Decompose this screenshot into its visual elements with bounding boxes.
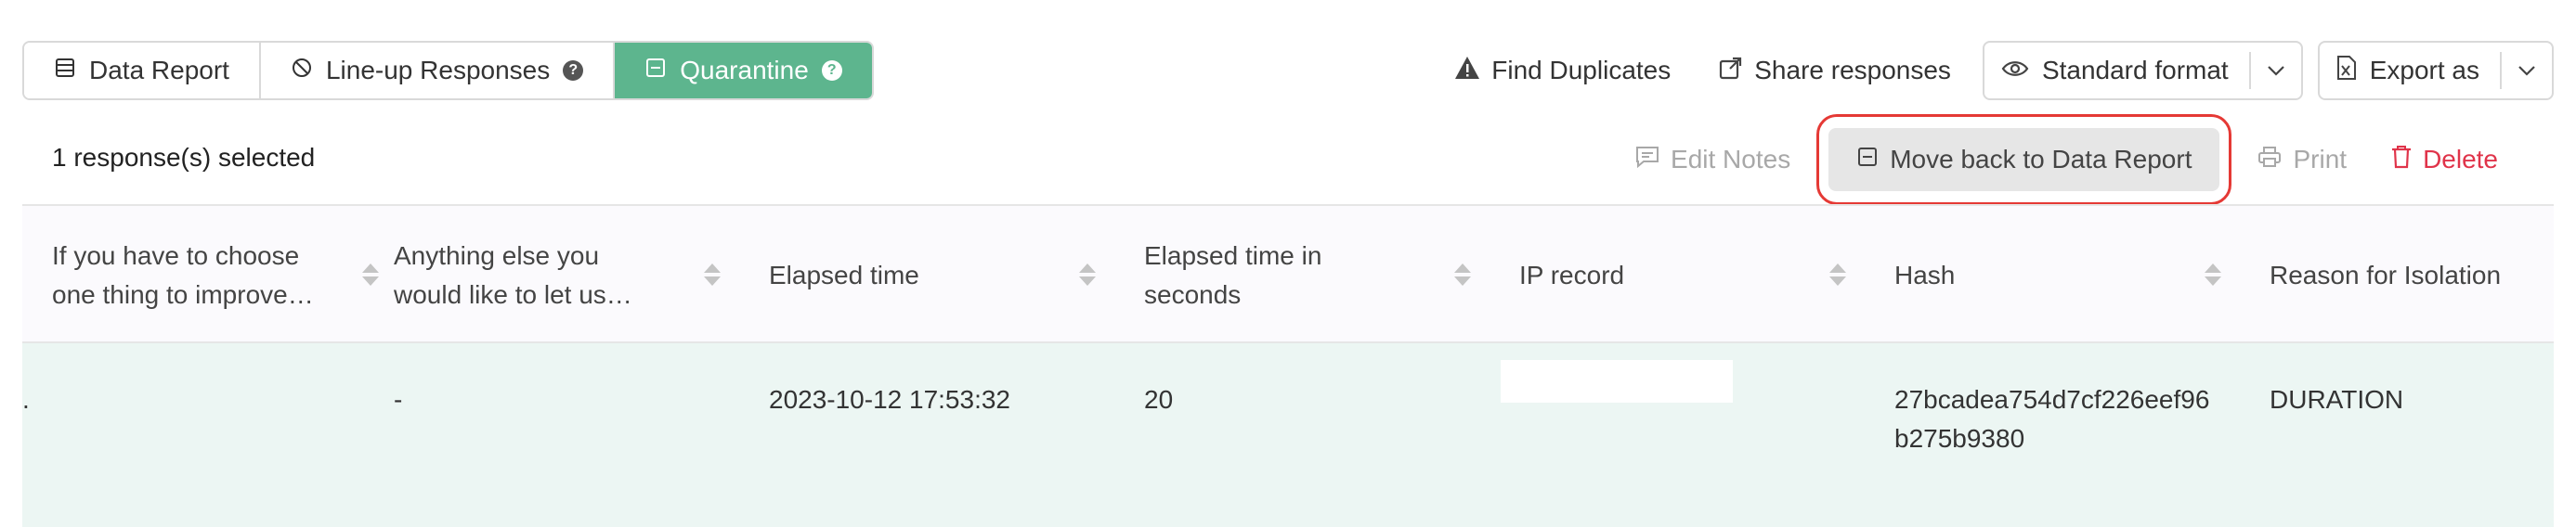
highlight-box: Move back to Data Report — [1816, 114, 2232, 205]
ip-record-redacted — [1501, 360, 1733, 403]
tab-quarantine[interactable]: Quarantine ? — [615, 43, 872, 98]
table-row[interactable]: . - 2023-10-12 17:53:32 20 27bcadea754d7… — [22, 343, 2554, 527]
column-header: Reason for Isolation — [2270, 261, 2502, 289]
excel-file-icon — [2336, 55, 2357, 87]
warning-icon — [1454, 56, 1480, 86]
sort-icon[interactable] — [1829, 264, 1846, 286]
sort-icon[interactable] — [2205, 264, 2221, 286]
printer-icon — [2257, 145, 2282, 174]
trash-icon — [2391, 145, 2412, 175]
chevron-down-icon[interactable] — [2248, 52, 2301, 89]
sort-icon[interactable] — [1079, 264, 1096, 286]
cell-anything-else: - — [394, 385, 403, 414]
row-marker: . — [22, 385, 30, 414]
selection-count: 1 response(s) selected — [52, 143, 316, 172]
chevron-down-icon[interactable] — [2500, 52, 2552, 89]
eye-icon — [2001, 56, 2029, 85]
table-icon — [54, 56, 76, 85]
column-header[interactable]: If you have to choose one thing to impro… — [52, 206, 379, 345]
tab-label: Data Report — [89, 56, 229, 84]
sort-icon[interactable] — [1454, 264, 1471, 286]
tab-line-up-responses[interactable]: Line-up Responses ? — [260, 43, 616, 98]
tab-data-report[interactable]: Data Report — [24, 43, 261, 98]
help-icon[interactable]: ? — [821, 60, 842, 81]
external-link-icon — [1719, 56, 1743, 86]
find-duplicates-button[interactable]: Find Duplicates — [1438, 41, 1687, 100]
comment-icon — [1635, 145, 1659, 174]
minus-square-icon — [644, 56, 667, 85]
table-header: If you have to choose one thing to impro… — [22, 204, 2554, 343]
share-responses-button[interactable]: Share responses — [1702, 41, 1968, 100]
responses-table: If you have to choose one thing to impro… — [22, 204, 2554, 527]
sort-icon[interactable] — [362, 264, 379, 286]
cell-elapsed-seconds: 20 — [1144, 385, 1174, 414]
standard-format-select[interactable]: Standard format — [1982, 41, 2303, 100]
export-as-button[interactable]: Export as — [2317, 41, 2554, 100]
edit-notes-button[interactable]: Edit Notes — [1617, 134, 1809, 186]
delete-button[interactable]: Delete — [2373, 134, 2517, 186]
toolbar: Find Duplicates Share responses Standard… — [1438, 41, 2554, 100]
help-icon[interactable]: ? — [563, 60, 584, 81]
move-back-to-data-report-button[interactable]: Move back to Data Report — [1828, 128, 2220, 191]
cell-reason: DURATION — [2270, 385, 2404, 414]
column-header[interactable]: Hash — [1894, 206, 2221, 345]
minus-square-icon — [1856, 145, 1879, 174]
column-header[interactable]: Elapsed time — [769, 206, 1096, 345]
bulk-actions: Edit Notes Move back to Data Report Prin… — [1617, 114, 2517, 205]
sort-icon[interactable] — [704, 264, 721, 286]
tab-label: Quarantine — [680, 56, 809, 84]
column-header[interactable]: Elapsed time in seconds — [1144, 206, 1471, 345]
print-button[interactable]: Print — [2239, 134, 2365, 186]
tab-label: Line-up Responses — [325, 56, 551, 84]
column-header[interactable]: IP record — [1519, 206, 1846, 345]
column-header[interactable]: Anything else you would like to let us… — [394, 206, 721, 345]
cell-hash: 27bcadea754d7cf226eef96b275b9380 — [1894, 385, 2210, 453]
cell-elapsed-time: 2023-10-12 17:53:32 — [769, 385, 1010, 414]
view-tabs: Data Report Line-up Responses ? Quaranti… — [22, 41, 874, 100]
ban-icon — [291, 56, 313, 85]
